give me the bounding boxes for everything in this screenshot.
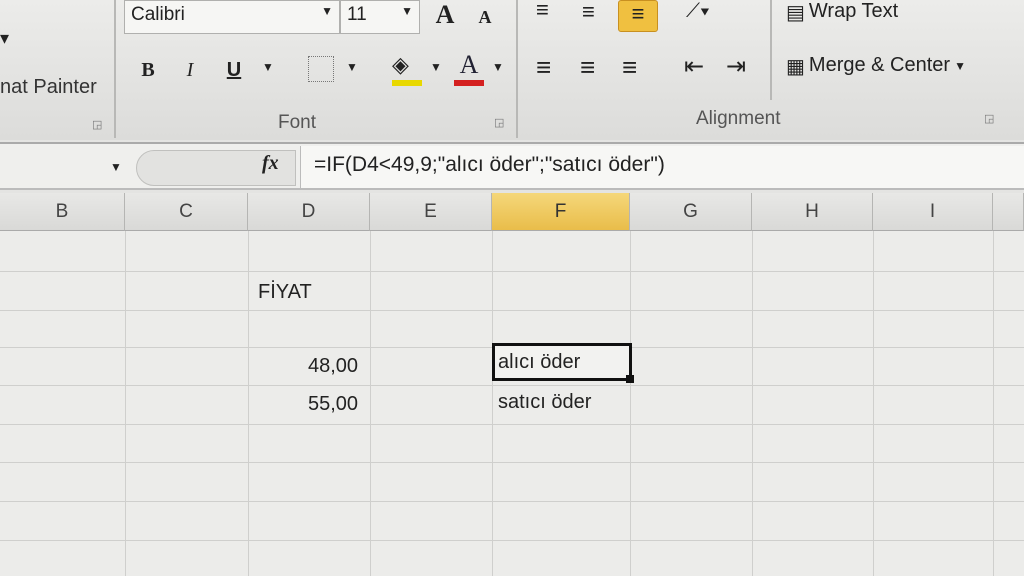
fill-handle[interactable] <box>626 375 634 383</box>
align-center-icon[interactable]: ≡ <box>580 52 595 83</box>
font-color-swatch <box>454 80 484 86</box>
chevron-down-icon[interactable]: ▼ <box>430 60 442 74</box>
column-header-h[interactable]: H <box>752 193 873 231</box>
column-header-d[interactable]: D <box>248 193 370 231</box>
column-header-b[interactable]: B <box>0 193 125 231</box>
font-name-value: Calibri <box>131 4 185 25</box>
chevron-down-icon: ▼ <box>321 4 333 18</box>
gridline <box>630 231 631 576</box>
gridline <box>0 271 1024 272</box>
align-bottom-button[interactable]: ≡ <box>618 0 658 32</box>
fill-color-swatch <box>392 80 422 86</box>
gridline <box>0 310 1024 311</box>
cell-f5[interactable]: satıcı öder <box>498 391 591 414</box>
gridline <box>492 231 493 576</box>
align-left-icon[interactable]: ≡ <box>536 52 551 83</box>
font-name-select[interactable]: Calibri ▼ <box>124 0 340 34</box>
decrease-indent-icon[interactable]: ⇤ <box>684 52 704 81</box>
font-size-value: 11 <box>347 4 367 25</box>
font-color-button[interactable]: A <box>454 50 484 80</box>
italic-button[interactable]: I <box>176 55 204 85</box>
fill-color-icon[interactable]: ◈ <box>392 52 409 78</box>
column-header-j[interactable] <box>993 193 1024 231</box>
chevron-down-icon[interactable]: ▼ <box>492 60 504 74</box>
bold-button[interactable]: B <box>134 55 162 85</box>
divider <box>770 0 772 100</box>
orientation-icon[interactable]: ⟋▾ <box>686 0 710 23</box>
align-right-icon[interactable]: ≡ <box>622 52 637 83</box>
divider <box>114 0 116 138</box>
gridline <box>873 231 874 576</box>
cell-f4: alıcı öder <box>498 351 581 373</box>
column-header-g[interactable]: G <box>630 193 752 231</box>
shrink-font-button[interactable]: A <box>472 4 498 30</box>
wrap-text-icon: ▤ <box>786 2 805 24</box>
gridline <box>993 231 994 576</box>
chevron-down-icon[interactable]: ▼ <box>346 60 358 74</box>
merge-center-label: Merge & Center <box>808 54 951 76</box>
dialog-launcher-icon[interactable]: ◲ <box>92 118 102 131</box>
column-header-i[interactable]: I <box>873 193 993 231</box>
font-size-select[interactable]: 11 ▼ <box>340 0 420 34</box>
formula-text: =IF(D4<49,9;"alıcı öder";"satıcı öder") <box>314 153 665 176</box>
underline-button[interactable]: U <box>220 55 248 85</box>
gridline <box>0 462 1024 463</box>
gridline <box>370 231 371 576</box>
align-top-icon[interactable]: ≡ <box>536 0 549 21</box>
wrap-text-button[interactable]: ▤ Wrap Text <box>786 0 898 25</box>
dialog-launcher-icon[interactable]: ◲ <box>494 116 504 129</box>
chevron-down-icon[interactable]: ▼ <box>262 60 274 74</box>
wrap-text-label: Wrap Text <box>808 0 899 22</box>
name-box-dropdown-icon[interactable]: ▼ <box>110 160 122 174</box>
column-header-e[interactable]: E <box>370 193 492 231</box>
chevron-down-icon: ▼ <box>401 4 413 18</box>
chevron-down-icon: ▼ <box>954 59 966 73</box>
merge-center-button[interactable]: ▦ Merge & Center ▼ <box>786 54 966 79</box>
gridline <box>752 231 753 576</box>
gridline <box>248 231 249 576</box>
increase-indent-icon[interactable]: ⇥ <box>726 52 746 81</box>
align-middle-icon[interactable]: ≡ <box>582 1 595 23</box>
column-header-f[interactable]: F <box>492 193 630 231</box>
font-group-label: Font <box>278 112 317 133</box>
dialog-launcher-icon[interactable]: ◲ <box>984 112 994 125</box>
paste-dropdown-icon[interactable]: ▾ <box>0 28 9 49</box>
cell-d4[interactable]: 48,00 <box>308 355 358 378</box>
gridline <box>0 540 1024 541</box>
divider <box>516 0 518 138</box>
format-painter-button[interactable]: nat Painter <box>0 76 97 99</box>
grow-font-button[interactable]: A <box>430 0 460 30</box>
cell-d2[interactable]: FİYAT <box>258 281 312 304</box>
gridline <box>0 501 1024 502</box>
column-header-c[interactable]: C <box>125 193 248 231</box>
gridline <box>0 424 1024 425</box>
gridline <box>0 385 1024 386</box>
alignment-group-label: Alignment <box>696 108 781 129</box>
merge-center-icon: ▦ <box>786 56 805 78</box>
borders-icon[interactable] <box>308 56 334 82</box>
insert-function-button[interactable]: fx <box>262 152 279 175</box>
cell-d5[interactable]: 55,00 <box>308 393 358 416</box>
gridline <box>125 231 126 576</box>
